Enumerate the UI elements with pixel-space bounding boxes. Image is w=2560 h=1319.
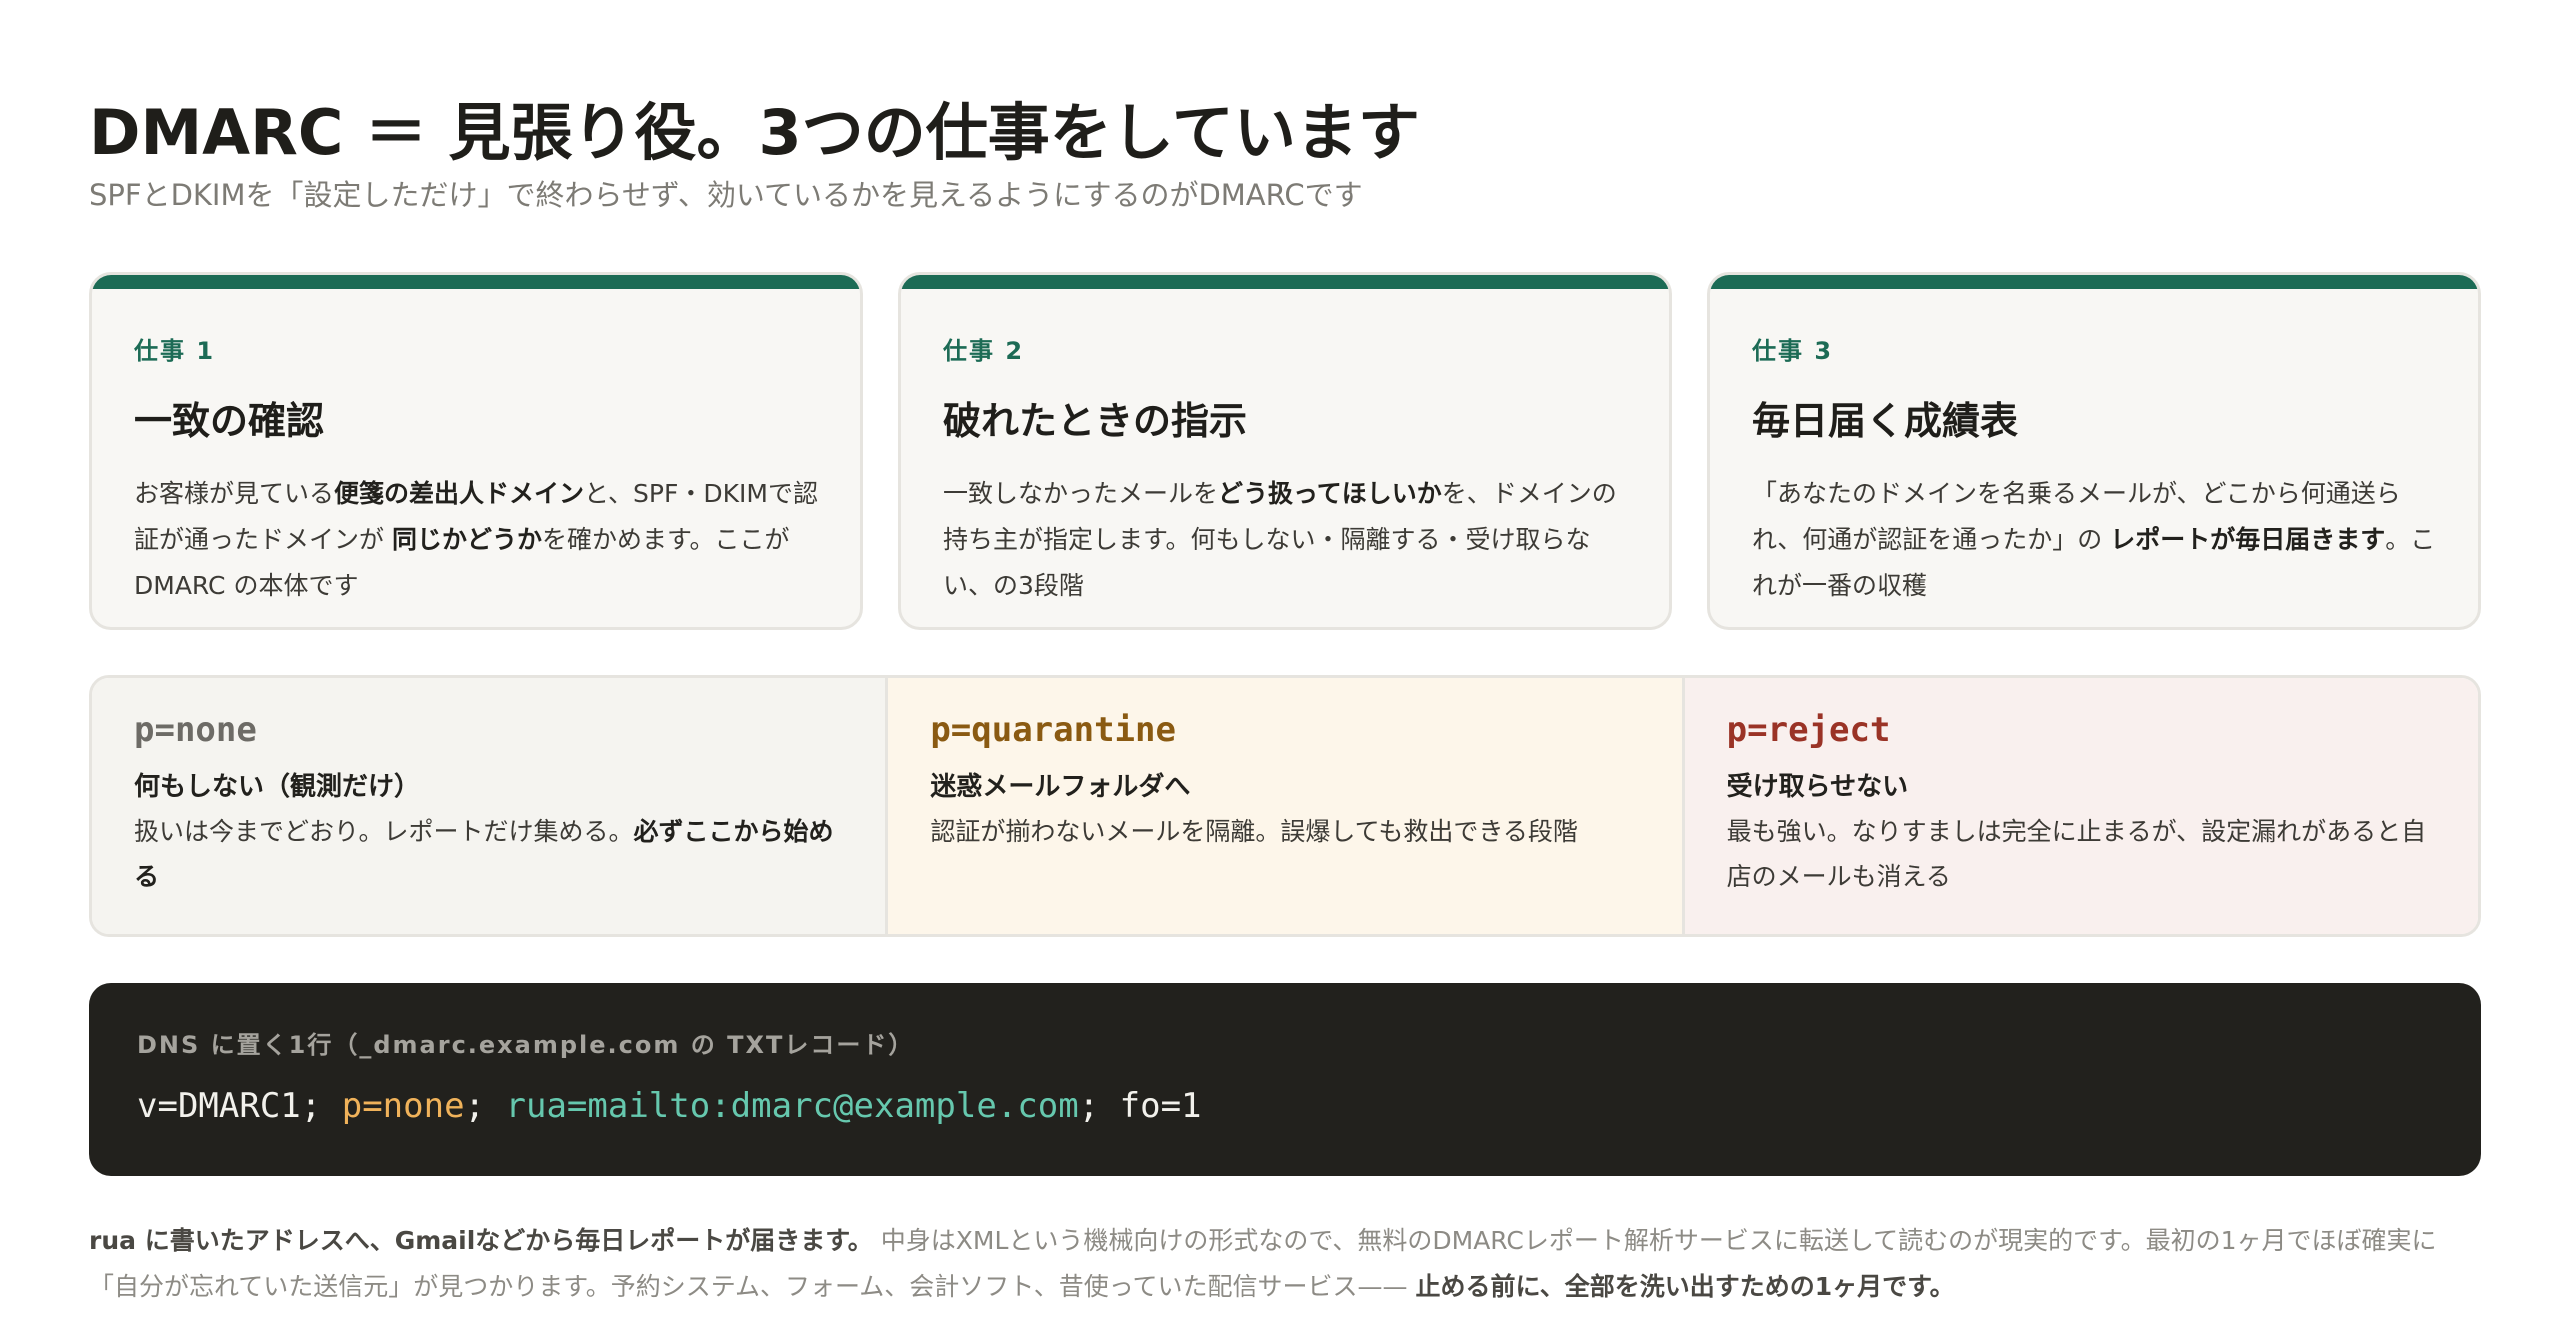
page-title: DMARC ＝ 見張り役。3つの仕事をしています xyxy=(89,96,1420,169)
dns-label: DNS に置く1行（_dmarc.example.com の TXTレコード） xyxy=(137,1031,915,1059)
policy-reject: p=reject 受け取らせない 最も強い。なりすましは完全に止まるが、設定漏れ… xyxy=(1681,678,2478,934)
job-card-kicker: 仕事 2 xyxy=(943,337,1025,365)
job-card-kicker: 仕事 3 xyxy=(1752,337,1834,365)
job-card-body: 「あなたのドメインを名乗るメールが、どこから何通送られ、何通が認証を通ったか」の… xyxy=(1752,471,2436,609)
policy-description: 最も強い。なりすましは完全に止まるが、設定漏れがあると自店のメールも消える xyxy=(1727,809,2436,899)
job-card-3: 仕事 3 毎日届く成績表 「あなたのドメインを名乗るメールが、どこから何通送られ… xyxy=(1707,272,2481,630)
policy-heading: 受け取らせない xyxy=(1726,772,1909,802)
dns-separator: ; xyxy=(464,1086,486,1126)
body-text: 一致しなかったメールを xyxy=(943,479,1219,508)
dns-record-code: v=DMARC1; p=none; rua=mailto:dmarc@examp… xyxy=(137,1086,2433,1126)
body-emphasis: どう扱ってほしいか xyxy=(1218,479,1442,508)
policy-strip: p=none 何もしない（観測だけ） 扱いは今までどおり。レポートだけ集める。必… xyxy=(89,675,2481,937)
policy-heading: 何もしない（観測だけ） xyxy=(134,772,421,802)
dns-rua: rua=mailto:dmarc@example.com xyxy=(505,1086,1079,1126)
job-card-title: 破れたときの指示 xyxy=(943,399,1248,443)
body-emphasis: 便箋の差出人ドメイン xyxy=(334,479,585,508)
policy-description: 認証が揃わないメールを隔離。誤爆しても救出できる段階 xyxy=(930,809,1639,854)
policy-description: 扱いは今までどおり。レポートだけ集める。必ずここから始める xyxy=(134,809,843,899)
job-card-1: 仕事 1 一致の確認 お客様が見ている便箋の差出人ドメインと、SPF・DKIMで… xyxy=(89,272,863,630)
page: DMARC ＝ 見張り役。3つの仕事をしています SPFとDKIMを「設定しただ… xyxy=(0,0,2560,1319)
body-text: 最も強い。なりすましは完全に止まるが、設定漏れがあると自店のメールも消える xyxy=(1726,817,2427,891)
footnote-emphasis: 止める前に、全部を洗い出すための1ヶ月です。 xyxy=(1415,1272,1955,1301)
body-emphasis: 同じかどうか xyxy=(391,525,542,554)
footnote-emphasis: rua に書いたアドレスへ、Gmailなどから毎日レポートが届きます。 xyxy=(89,1226,873,1255)
job-card-2: 仕事 2 破れたときの指示 一致しなかったメールをどう扱ってほしいかを、ドメイン… xyxy=(898,272,1672,630)
job-cards: 仕事 1 一致の確認 お客様が見ている便箋の差出人ドメインと、SPF・DKIMで… xyxy=(89,272,2481,630)
job-card-kicker: 仕事 1 xyxy=(134,337,216,365)
body-emphasis: レポートが毎日届きます xyxy=(2110,525,2386,554)
policy-heading: 迷惑メールフォルダへ xyxy=(930,772,1191,802)
body-text: 認証が揃わないメールを隔離。誤爆しても救出できる段階 xyxy=(930,817,1578,846)
job-card-title: 毎日届く成績表 xyxy=(1752,399,2019,443)
page-subtitle: SPFとDKIMを「設定しただけ」で終わらせず、効いているかを見えるようにするの… xyxy=(89,178,1363,212)
footnote: rua に書いたアドレスへ、Gmailなどから毎日レポートが届きます。 中身はX… xyxy=(89,1218,2481,1310)
job-card-body: 一致しなかったメールをどう扱ってほしいかを、ドメインの持ち主が指定します。何もし… xyxy=(943,471,1627,609)
body-text: お客様が見ている xyxy=(134,479,335,508)
dns-policy: p=none xyxy=(341,1086,465,1126)
dns-version: v=DMARC1; xyxy=(137,1086,322,1126)
job-card-body: お客様が見ている便箋の差出人ドメインと、SPF・DKIMで認証が通ったドメインが… xyxy=(134,471,818,609)
policy-none: p=none 何もしない（観測だけ） 扱いは今までどおり。レポートだけ集める。必… xyxy=(92,678,886,934)
dns-record-block: DNS に置く1行（_dmarc.example.com の TXTレコード） … xyxy=(89,983,2481,1176)
dns-separator: ; xyxy=(1078,1086,1100,1126)
job-card-title: 一致の確認 xyxy=(134,399,325,443)
policy-code: p=quarantine xyxy=(930,710,1176,750)
policy-code: p=reject xyxy=(1726,710,1891,750)
dns-fo: fo=1 xyxy=(1119,1086,1202,1126)
policy-code: p=none xyxy=(134,710,257,750)
policy-quarantine: p=quarantine 迷惑メールフォルダへ 認証が揃わないメールを隔離。誤爆… xyxy=(885,678,1682,934)
body-text: 扱いは今までどおり。レポートだけ集める。 xyxy=(134,817,634,846)
